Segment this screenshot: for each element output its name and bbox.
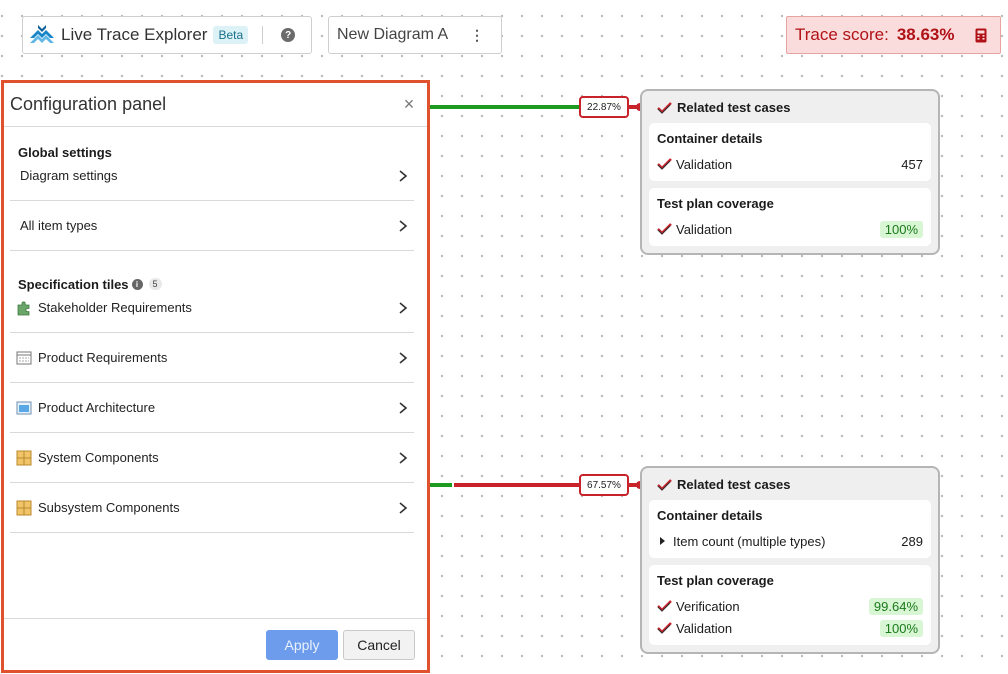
chevron-right-icon bbox=[399, 219, 408, 232]
panel-body: Global settings Diagram settings All ite… bbox=[4, 127, 427, 618]
app-title: Live Trace Explorer bbox=[61, 25, 208, 44]
panel-title: Configuration panel bbox=[10, 94, 167, 114]
window-blue-icon bbox=[16, 401, 32, 414]
component-grid-icon bbox=[16, 450, 32, 465]
row-label: Verification bbox=[676, 598, 740, 614]
caret-right-icon[interactable] bbox=[660, 537, 665, 545]
item-label: Product Requirements bbox=[38, 350, 168, 365]
tile-row: Validation 100% bbox=[657, 617, 923, 639]
item-label: Stakeholder Requirements bbox=[38, 300, 192, 315]
chevron-right-icon bbox=[399, 351, 408, 364]
apply-button[interactable]: Apply bbox=[266, 629, 338, 660]
product-requirements-item[interactable]: Product Requirements bbox=[10, 333, 414, 383]
chevron-right-icon bbox=[399, 301, 408, 314]
connector-line-green bbox=[430, 483, 452, 487]
chevron-right-icon bbox=[399, 169, 408, 182]
chevron-right-icon bbox=[399, 501, 408, 514]
item-label: System Components bbox=[38, 450, 159, 465]
section-title: Container details bbox=[657, 131, 763, 146]
diagram-menu-icon[interactable]: ⋮ bbox=[465, 27, 489, 44]
app-header: Live Trace Explorer Beta ? bbox=[22, 16, 312, 54]
item-label: Diagram settings bbox=[20, 168, 118, 183]
connector-percent: 22.87% bbox=[579, 96, 629, 118]
section-title: Test plan coverage bbox=[657, 573, 774, 588]
connector-line-green bbox=[430, 105, 580, 109]
panel-footer: Apply Cancel bbox=[4, 618, 427, 670]
check-icon bbox=[657, 223, 672, 235]
help-icon[interactable]: ? bbox=[281, 28, 296, 42]
subsystem-components-item[interactable]: Subsystem Components bbox=[10, 483, 414, 533]
item-label: All item types bbox=[20, 218, 98, 233]
diagram-name-box[interactable]: New Diagram A ⋮ bbox=[328, 16, 502, 54]
section-title: Container details bbox=[657, 508, 763, 523]
tile-row: Validation 457 bbox=[657, 153, 923, 175]
test-plan-coverage-section: Test plan coverage Verification 99.64% V… bbox=[649, 565, 931, 645]
trace-score-label: Trace score: bbox=[795, 25, 889, 44]
check-icon bbox=[657, 622, 672, 634]
diagram-name[interactable]: New Diagram A bbox=[337, 26, 465, 44]
system-components-item[interactable]: System Components bbox=[10, 433, 414, 483]
tile-header: Related test cases bbox=[649, 97, 931, 123]
panel-header: Configuration panel × bbox=[4, 83, 427, 127]
row-label: Validation bbox=[676, 221, 733, 237]
row-value: 289 bbox=[901, 533, 923, 549]
chevron-right-icon bbox=[399, 401, 408, 414]
info-icon[interactable]: i bbox=[131, 279, 143, 290]
item-label: Product Architecture bbox=[38, 400, 156, 415]
tile-title: Related test cases bbox=[677, 477, 791, 492]
component-grid-icon bbox=[16, 500, 32, 515]
container-details-section: Container details Item count (multiple t… bbox=[649, 500, 931, 558]
beta-badge: Beta bbox=[213, 26, 249, 44]
connector-percent: 67.57% bbox=[579, 474, 629, 496]
header-divider bbox=[262, 26, 264, 44]
trace-score-value: 38.63% bbox=[896, 25, 955, 44]
spec-count-badge: 5 bbox=[148, 278, 162, 290]
check-icon bbox=[657, 101, 672, 114]
check-icon bbox=[657, 158, 672, 170]
row-label: Validation bbox=[676, 156, 733, 172]
product-architecture-item[interactable]: Product Architecture bbox=[10, 383, 414, 433]
puzzle-icon bbox=[17, 301, 30, 315]
trace-score: Trace score: 38.63% bbox=[786, 16, 1001, 54]
tile-row: Verification 99.64% bbox=[657, 595, 923, 617]
row-value: 457 bbox=[901, 156, 923, 172]
close-icon[interactable]: × bbox=[399, 94, 419, 115]
app-logo-icon bbox=[30, 25, 54, 43]
row-label: Item count (multiple types) bbox=[673, 533, 826, 549]
check-icon bbox=[657, 478, 672, 491]
test-plan-coverage-section: Test plan coverage Validation 100% bbox=[649, 188, 931, 246]
coverage-value: 99.64% bbox=[868, 597, 923, 615]
section-title: Test plan coverage bbox=[657, 196, 774, 211]
related-test-cases-tile[interactable]: Related test cases Container details Val… bbox=[640, 89, 940, 255]
item-label: Subsystem Components bbox=[38, 500, 180, 515]
tile-row-expandable[interactable]: Item count (multiple types) 289 bbox=[657, 530, 923, 552]
related-test-cases-tile[interactable]: Related test cases Container details Ite… bbox=[640, 466, 940, 654]
tile-title: Related test cases bbox=[677, 100, 791, 115]
all-item-types-item[interactable]: All item types bbox=[10, 201, 414, 251]
coverage-value: 100% bbox=[879, 220, 923, 238]
connector-line-red bbox=[454, 483, 580, 487]
container-details-section: Container details Validation 457 bbox=[649, 123, 931, 181]
chevron-right-icon bbox=[399, 451, 408, 464]
configuration-panel: Configuration panel × Global settings Di… bbox=[1, 80, 430, 673]
tile-row: Validation 100% bbox=[657, 218, 923, 240]
calculator-icon[interactable] bbox=[969, 23, 993, 47]
tile-header: Related test cases bbox=[649, 474, 931, 500]
check-icon bbox=[657, 600, 672, 612]
cancel-button[interactable]: Cancel bbox=[343, 629, 415, 660]
row-label: Validation bbox=[676, 620, 733, 636]
coverage-value: 100% bbox=[879, 619, 923, 637]
document-grid-icon bbox=[16, 351, 32, 364]
